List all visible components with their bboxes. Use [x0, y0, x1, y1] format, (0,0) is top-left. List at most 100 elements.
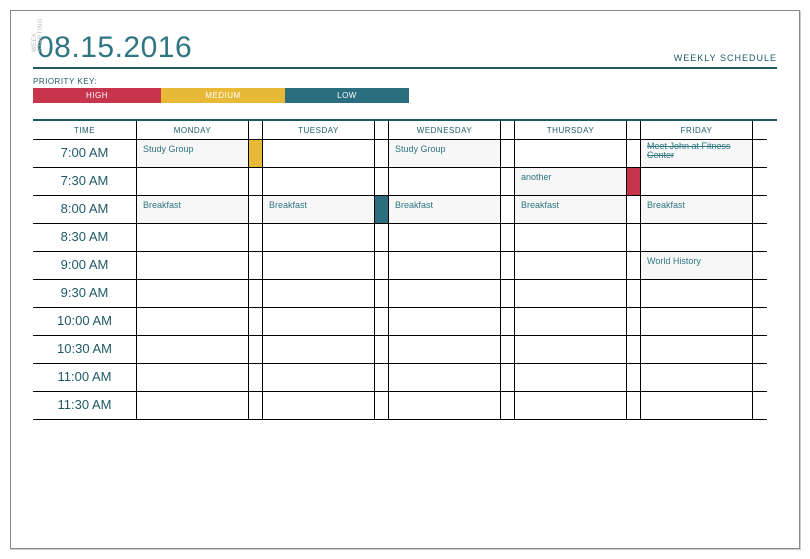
priority-cell[interactable]	[375, 308, 389, 336]
priority-cell[interactable]	[249, 280, 263, 308]
event-cell[interactable]	[263, 224, 375, 252]
event-cell[interactable]	[263, 140, 375, 168]
priority-cell[interactable]	[375, 196, 389, 224]
priority-cell[interactable]	[501, 336, 515, 364]
priority-cell[interactable]	[249, 308, 263, 336]
priority-cell[interactable]	[753, 196, 767, 224]
priority-cell[interactable]	[375, 392, 389, 420]
event-cell[interactable]	[263, 392, 375, 420]
priority-cell[interactable]	[753, 140, 767, 168]
event-cell[interactable]	[137, 252, 249, 280]
priority-cell[interactable]	[627, 224, 641, 252]
priority-cell[interactable]	[627, 140, 641, 168]
event-cell[interactable]	[137, 168, 249, 196]
event-cell[interactable]	[515, 280, 627, 308]
priority-cell[interactable]	[375, 280, 389, 308]
event-cell[interactable]: Breakfast	[263, 196, 375, 224]
event-cell[interactable]	[137, 336, 249, 364]
event-cell[interactable]	[389, 252, 501, 280]
event-cell[interactable]	[389, 308, 501, 336]
priority-cell[interactable]	[501, 168, 515, 196]
event-cell[interactable]	[263, 252, 375, 280]
priority-cell[interactable]	[627, 364, 641, 392]
priority-cell[interactable]	[753, 224, 767, 252]
priority-cell[interactable]	[501, 308, 515, 336]
event-cell[interactable]	[263, 336, 375, 364]
event-cell[interactable]	[641, 364, 753, 392]
priority-cell[interactable]	[375, 168, 389, 196]
event-cell[interactable]	[137, 308, 249, 336]
priority-cell[interactable]	[627, 280, 641, 308]
priority-cell[interactable]	[753, 336, 767, 364]
event-cell[interactable]	[137, 224, 249, 252]
event-cell[interactable]: World History	[641, 252, 753, 280]
event-cell[interactable]	[389, 224, 501, 252]
event-cell[interactable]: another	[515, 168, 627, 196]
event-cell[interactable]	[515, 224, 627, 252]
priority-cell[interactable]	[501, 140, 515, 168]
priority-cell[interactable]	[249, 140, 263, 168]
priority-cell[interactable]	[501, 392, 515, 420]
priority-cell[interactable]	[249, 196, 263, 224]
priority-cell[interactable]	[627, 252, 641, 280]
priority-cell[interactable]	[249, 168, 263, 196]
event-cell[interactable]	[515, 308, 627, 336]
event-cell[interactable]	[263, 308, 375, 336]
event-cell[interactable]	[389, 280, 501, 308]
event-cell[interactable]	[641, 392, 753, 420]
priority-cell[interactable]	[249, 252, 263, 280]
priority-cell[interactable]	[753, 364, 767, 392]
event-cell[interactable]	[263, 364, 375, 392]
event-cell[interactable]	[389, 364, 501, 392]
priority-cell[interactable]	[501, 252, 515, 280]
priority-cell[interactable]	[501, 196, 515, 224]
event-cell-completed[interactable]: Meet John at Fitness Center	[641, 140, 753, 168]
event-cell[interactable]	[389, 168, 501, 196]
event-cell[interactable]	[515, 364, 627, 392]
event-cell[interactable]	[515, 252, 627, 280]
priority-cell[interactable]	[501, 364, 515, 392]
priority-cell[interactable]	[249, 364, 263, 392]
priority-cell[interactable]	[249, 224, 263, 252]
event-cell[interactable]	[641, 336, 753, 364]
event-cell[interactable]	[641, 280, 753, 308]
event-cell[interactable]	[515, 140, 627, 168]
priority-cell[interactable]	[753, 168, 767, 196]
priority-cell[interactable]	[627, 336, 641, 364]
event-cell[interactable]	[263, 168, 375, 196]
event-cell[interactable]: Study Group	[389, 140, 501, 168]
priority-cell[interactable]	[627, 392, 641, 420]
event-cell[interactable]: Breakfast	[137, 196, 249, 224]
event-cell[interactable]	[137, 364, 249, 392]
priority-cell[interactable]	[753, 252, 767, 280]
event-cell[interactable]	[641, 308, 753, 336]
priority-cell[interactable]	[501, 280, 515, 308]
priority-cell[interactable]	[753, 392, 767, 420]
priority-cell[interactable]	[375, 224, 389, 252]
priority-cell[interactable]	[753, 280, 767, 308]
priority-cell[interactable]	[627, 168, 641, 196]
event-cell[interactable]	[515, 392, 627, 420]
priority-cell[interactable]	[375, 336, 389, 364]
priority-cell[interactable]	[249, 392, 263, 420]
priority-cell[interactable]	[375, 252, 389, 280]
event-cell[interactable]	[263, 280, 375, 308]
priority-cell[interactable]	[753, 308, 767, 336]
event-cell[interactable]	[389, 336, 501, 364]
priority-cell[interactable]	[627, 196, 641, 224]
event-cell[interactable]	[515, 336, 627, 364]
event-cell[interactable]	[641, 224, 753, 252]
priority-cell[interactable]	[375, 140, 389, 168]
priority-cell[interactable]	[375, 364, 389, 392]
event-cell[interactable]: Breakfast	[641, 196, 753, 224]
event-cell[interactable]: Study Group	[137, 140, 249, 168]
priority-cell[interactable]	[627, 308, 641, 336]
event-cell[interactable]	[641, 168, 753, 196]
event-cell[interactable]	[137, 280, 249, 308]
event-cell[interactable]	[137, 392, 249, 420]
event-cell[interactable]: Breakfast	[515, 196, 627, 224]
event-cell[interactable]	[389, 392, 501, 420]
priority-cell[interactable]	[501, 224, 515, 252]
priority-cell[interactable]	[249, 336, 263, 364]
event-cell[interactable]: Breakfast	[389, 196, 501, 224]
